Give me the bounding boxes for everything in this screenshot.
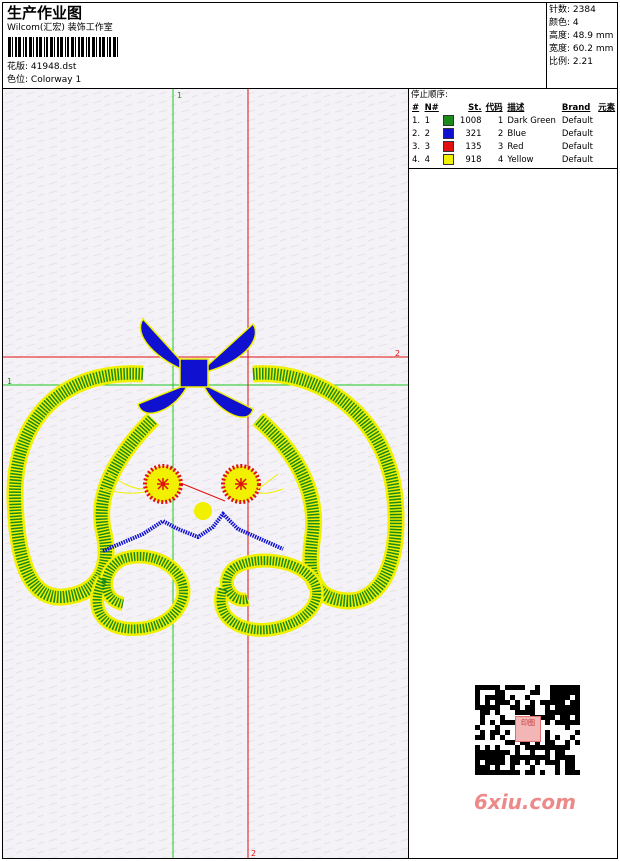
stop-element	[596, 154, 618, 167]
stop-sequence-panel: 停止顺序: # N# St. 代码 描述 Brand 元素 1. 1 1008 1 Da…	[410, 89, 618, 167]
colorway-label: 色位:	[7, 75, 29, 85]
software-name: Wilcom(汇宏) 装饰工作室	[7, 23, 113, 33]
stop-element	[596, 115, 618, 128]
stop-sequence-table: # N# St. 代码 描述 Brand 元素 1. 1 1008 1 Dark Gre…	[410, 102, 618, 167]
stop-swatch	[441, 128, 457, 141]
design-label: 花版:	[7, 62, 29, 72]
qr-code: 印图	[470, 680, 585, 780]
color-swatch	[443, 128, 455, 139]
stop-desc: Red	[507, 142, 524, 152]
stop-brand: Default	[561, 155, 593, 165]
col-element: 元素	[598, 103, 616, 113]
stop-brand: Default	[561, 116, 593, 126]
page-title: 生产作业图	[7, 4, 83, 22]
stop-num: 3.	[412, 142, 421, 152]
width-value: 60.2 mm	[572, 44, 614, 54]
stop-stitches: 321	[465, 129, 482, 139]
stop-code: 3	[497, 142, 504, 152]
guide-label-left: 1	[7, 377, 12, 386]
design-file: 41948.dst	[30, 62, 77, 72]
nose	[194, 502, 212, 520]
stop-code: 2	[497, 129, 504, 139]
stop-code: 1	[497, 116, 504, 126]
design-row: 花版: 41948.dst	[7, 62, 76, 73]
stop-row: 1. 1 1008 1 Dark Green Default	[410, 115, 618, 128]
stop-element	[596, 141, 618, 154]
height-value: 48.9 mm	[572, 31, 614, 41]
colors-stat: 颜色: 4	[549, 18, 579, 28]
stop-desc: Yellow	[507, 155, 534, 165]
color-swatch	[443, 154, 455, 165]
stop-row: 3. 3 135 3 Red Default	[410, 141, 618, 154]
stitches-value: 2384	[572, 5, 596, 15]
watermark-logo: 6xiu.com	[474, 790, 576, 814]
guide-label-bottom: 2	[251, 849, 256, 858]
ratio-value: 2.21	[572, 57, 593, 67]
color-swatch	[443, 141, 455, 152]
stop-stitches: 918	[465, 155, 482, 165]
left-eye	[143, 464, 183, 504]
col-desc: 描述	[507, 103, 525, 113]
height-stat: 高度: 48.9 mm	[549, 31, 614, 41]
guide-label-right: 2	[395, 349, 400, 358]
stop-code: 4	[497, 155, 504, 165]
width-stat: 宽度: 60.2 mm	[549, 44, 614, 54]
stop-brand: Default	[561, 142, 593, 152]
stop-needle: 4	[424, 155, 430, 165]
stop-row: 2. 2 321 2 Blue Default	[410, 128, 618, 141]
stop-stitches: 135	[465, 142, 482, 152]
stop-needle: 3	[424, 142, 430, 152]
stop-row: 4. 4 918 4 Yellow Default	[410, 154, 618, 167]
col-needle: N#	[424, 103, 439, 113]
barcode	[8, 37, 118, 57]
stop-brand: Default	[561, 129, 593, 139]
stop-num: 2.	[412, 129, 421, 139]
stop-needle: 1	[424, 116, 430, 126]
right-eye	[221, 464, 261, 504]
colors-value: 4	[572, 18, 579, 28]
qr-stamp: 印图	[515, 716, 541, 742]
stop-num: 4.	[412, 155, 421, 165]
stitches-stat: 针数: 2384	[549, 5, 596, 15]
color-swatch	[443, 115, 455, 126]
col-code: 代码	[485, 103, 503, 113]
design-canvas: 1 1 2 2	[3, 89, 408, 858]
col-brand: Brand	[561, 103, 591, 113]
col-stitches: St.	[468, 103, 482, 113]
stop-swatch	[441, 115, 457, 128]
stop-swatch	[441, 141, 457, 154]
stop-num: 1.	[412, 116, 421, 126]
stop-needle: 2	[424, 129, 430, 139]
embroidery-preview: 1 1 2 2	[3, 89, 408, 858]
stop-swatch	[441, 154, 457, 167]
stop-stitches: 1008	[459, 116, 482, 126]
guide-label-top: 1	[177, 91, 182, 100]
stop-desc: Blue	[507, 129, 527, 139]
stop-sequence-title: 停止顺序:	[411, 90, 448, 100]
col-num: #	[412, 103, 420, 113]
colorway-row: 色位: Colorway 1	[7, 75, 81, 86]
stop-desc: Dark Green	[507, 116, 556, 126]
colorway-value: Colorway 1	[30, 75, 82, 85]
stats-divider	[546, 2, 547, 88]
stops-divider	[408, 168, 618, 169]
stop-element	[596, 128, 618, 141]
ratio-stat: 比例: 2.21	[549, 57, 593, 67]
canvas-divider	[408, 88, 409, 859]
